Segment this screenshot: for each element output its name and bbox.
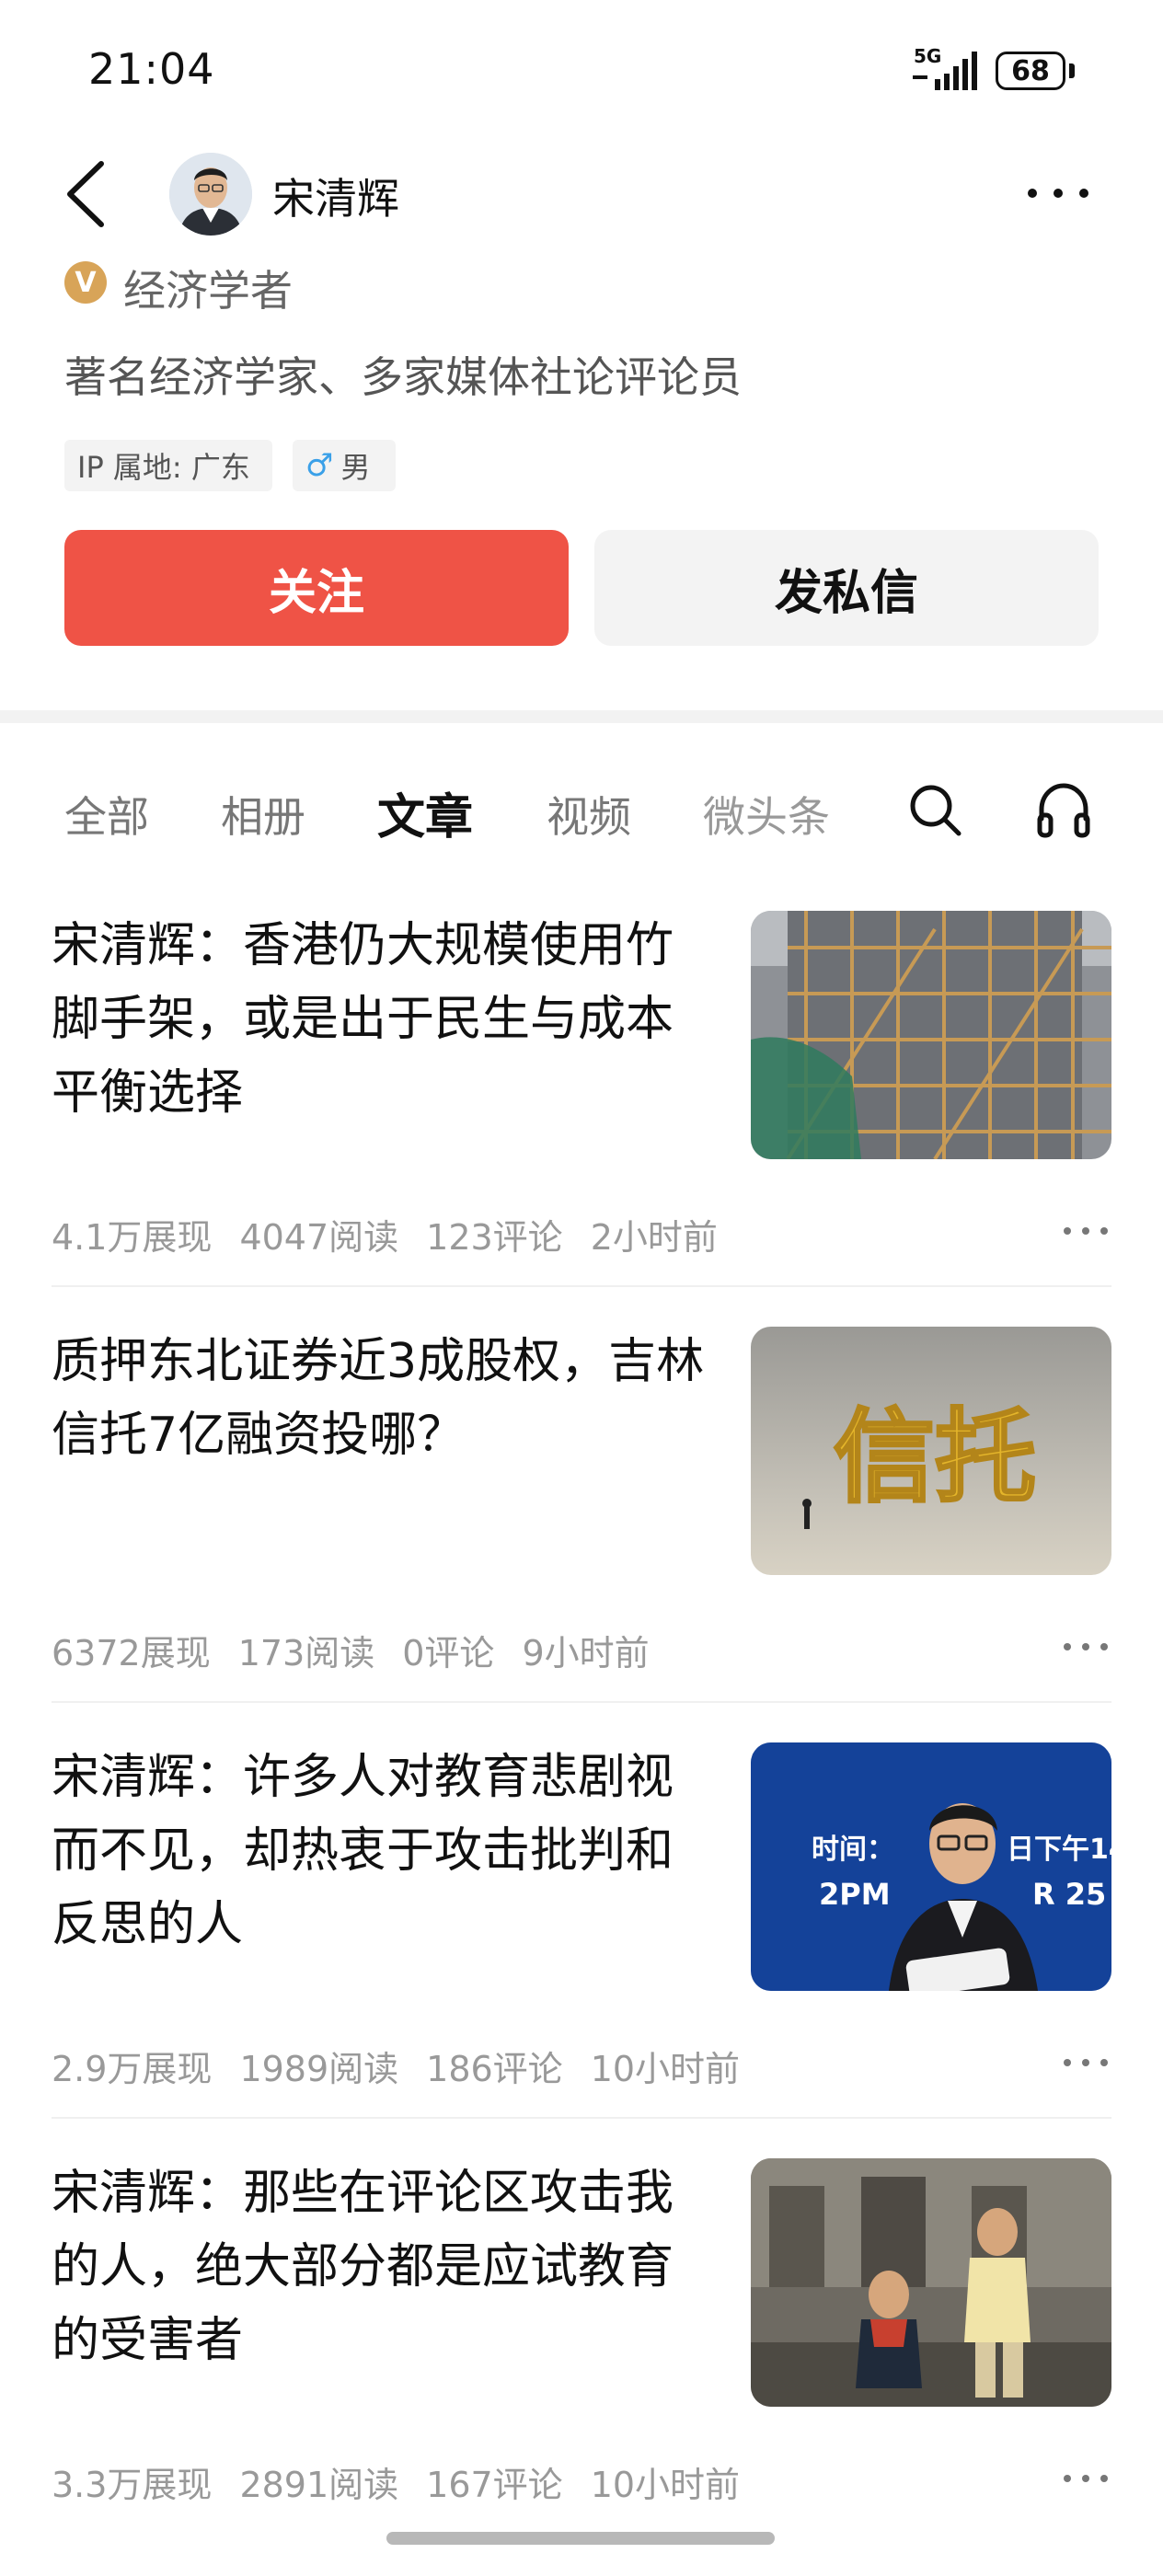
article-time: 9小时前 bbox=[522, 1633, 650, 1673]
tab-videos[interactable]: 视频 bbox=[547, 784, 631, 845]
tab-micro-posts[interactable]: 微头条 bbox=[703, 784, 830, 845]
article-more-icon[interactable] bbox=[1060, 2053, 1111, 2072]
thumbnail-text: 信托 bbox=[834, 1398, 1036, 1516]
article-reads: 4047阅读 bbox=[239, 1217, 399, 1258]
signal-icon bbox=[913, 52, 977, 90]
tab-articles[interactable]: 文章 bbox=[377, 778, 473, 847]
article-views: 2.9万展现 bbox=[52, 2049, 213, 2089]
article-reads: 1989阅读 bbox=[239, 2049, 399, 2089]
scaffolding-image bbox=[751, 911, 1111, 1159]
article-item[interactable]: 质押东北证券近3成股权，吉林信托7亿融资投哪？ 信托 6372展现 173阅读 0评… bbox=[0, 1286, 1163, 1703]
article-views: 4.1万展现 bbox=[52, 1217, 213, 1258]
article-meta: 4.1万展现 4047阅读 123评论 2小时前 bbox=[52, 1209, 745, 1259]
thumbnail-text-4: R 25 bbox=[1032, 1877, 1106, 1912]
follow-button[interactable]: 关注 bbox=[64, 530, 569, 646]
thumbnail-text-3: 日下午14 bbox=[1007, 1834, 1111, 1866]
article-meta: 6372展现 173阅读 0评论 9小时前 bbox=[52, 1625, 677, 1675]
article-reads: 173阅读 bbox=[237, 1633, 375, 1673]
speaker-image: 时间： 2PM 日下午14 R 25 bbox=[751, 1742, 1111, 1991]
article-thumbnail[interactable]: 时间： 2PM 日下午14 R 25 bbox=[751, 1742, 1111, 1991]
profile-description: 著名经济学家、多家媒体社论评论员 bbox=[64, 352, 742, 402]
article-views: 6372展现 bbox=[52, 1633, 211, 1673]
article-item[interactable]: 宋清辉：那些在评论区攻击我的人，绝大部分都是应试教育的受害者 3.3万展现 289… bbox=[0, 2118, 1163, 2534]
send-message-button[interactable]: 发私信 bbox=[594, 530, 1099, 646]
avatar[interactable] bbox=[169, 153, 252, 236]
article-reads: 2891阅读 bbox=[239, 2465, 399, 2505]
avatar-portrait-icon bbox=[169, 153, 252, 236]
article-item[interactable]: 宋清辉：许多人对教育悲剧视而不见，却热衷于攻击批判和反思的人 时间： 2PM 日… bbox=[0, 1702, 1163, 2119]
gender-label: 男 bbox=[340, 450, 371, 485]
battery-level: 68 bbox=[996, 52, 1065, 90]
article-views: 3.3万展现 bbox=[52, 2465, 213, 2505]
section-divider bbox=[0, 710, 1163, 723]
verified-badge-icon: V bbox=[64, 261, 107, 304]
profile-title: 经济学者 bbox=[123, 266, 293, 316]
article-title[interactable]: 宋清辉：香港仍大规模使用竹脚手架，或是出于民生与成本平衡选择 bbox=[52, 909, 714, 1130]
article-meta: 3.3万展现 2891阅读 167评论 10小时前 bbox=[52, 2456, 767, 2507]
article-more-icon[interactable] bbox=[1060, 1222, 1111, 1240]
home-indicator[interactable] bbox=[386, 2532, 775, 2545]
gender-tag: ♂ 男 bbox=[293, 440, 396, 491]
male-icon: ♂ bbox=[305, 447, 334, 484]
ip-location-label: IP 属地: 广东 bbox=[77, 450, 250, 485]
article-thumbnail[interactable] bbox=[751, 911, 1111, 1159]
back-icon[interactable] bbox=[55, 155, 120, 234]
article-more-icon[interactable] bbox=[1060, 2469, 1111, 2488]
status-time: 21:04 bbox=[88, 44, 215, 94]
article-comments: 167评论 bbox=[426, 2465, 563, 2505]
headphones-icon[interactable] bbox=[1034, 778, 1093, 841]
tab-album[interactable]: 相册 bbox=[221, 784, 305, 845]
article-meta: 2.9万展现 1989阅读 186评论 10小时前 bbox=[52, 2041, 767, 2091]
article-comments: 186评论 bbox=[426, 2049, 563, 2089]
more-options-icon[interactable] bbox=[1021, 175, 1095, 212]
article-thumbnail[interactable] bbox=[751, 2158, 1111, 2407]
article-thumbnail[interactable]: 信托 bbox=[751, 1327, 1111, 1575]
battery-icon: 68 bbox=[996, 52, 1078, 94]
thumbnail-text-2: 2PM bbox=[819, 1877, 891, 1912]
article-comments: 123评论 bbox=[426, 1217, 563, 1258]
article-title[interactable]: 宋清辉：许多人对教育悲剧视而不见，却热衷于攻击批判和反思的人 bbox=[52, 1741, 714, 1961]
article-time: 10小时前 bbox=[590, 2049, 741, 2089]
header-username: 宋清辉 bbox=[272, 174, 399, 224]
article-title[interactable]: 宋清辉：那些在评论区攻击我的人，绝大部分都是应试教育的受害者 bbox=[52, 2156, 714, 2377]
search-icon[interactable] bbox=[905, 780, 964, 839]
trust-image: 信托 bbox=[751, 1327, 1111, 1575]
article-title[interactable]: 质押东北证券近3成股权，吉林信托7亿融资投哪？ bbox=[52, 1325, 714, 1472]
article-comments: 0评论 bbox=[402, 1633, 495, 1673]
article-item[interactable]: 宋清辉：香港仍大规模使用竹脚手架，或是出于民生与成本平衡选择 4.1万展现 404… bbox=[0, 870, 1163, 1287]
tab-all[interactable]: 全部 bbox=[64, 784, 149, 845]
ip-location-tag: IP 属地: 广东 bbox=[64, 440, 272, 491]
article-more-icon[interactable] bbox=[1060, 1638, 1111, 1656]
children-temple-image bbox=[751, 2158, 1111, 2407]
article-time: 2小时前 bbox=[590, 1217, 718, 1258]
thumbnail-text-1: 时间： bbox=[812, 1834, 894, 1866]
article-time: 10小时前 bbox=[590, 2465, 741, 2505]
